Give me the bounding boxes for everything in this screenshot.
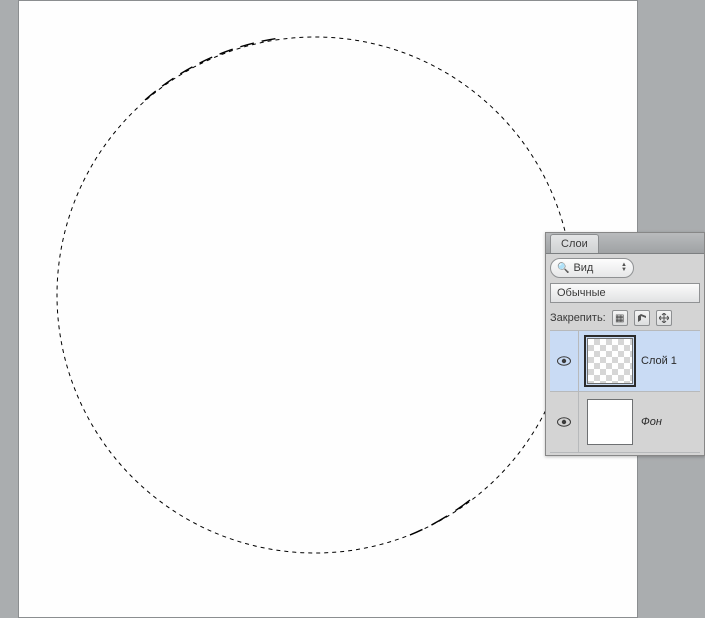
- layers-list: Слой 1 Фон: [550, 331, 700, 453]
- visibility-toggle[interactable]: [550, 392, 579, 452]
- blend-mode-select[interactable]: Обычные: [550, 283, 700, 303]
- search-icon: 🔍: [557, 263, 569, 274]
- layers-panel: Слои 🔍 Вид ▲▼ Обычные Закрепить: ▦: [545, 232, 705, 456]
- layer-filter-label: Вид: [573, 262, 593, 274]
- updown-icon: ▲▼: [621, 263, 627, 273]
- lock-position-icon[interactable]: [656, 310, 672, 326]
- visibility-toggle[interactable]: [550, 331, 579, 391]
- blend-mode-value: Обычные: [557, 287, 606, 299]
- layer-row[interactable]: Фон: [550, 392, 700, 453]
- layer-name: Слой 1: [641, 355, 677, 367]
- layer-name: Фон: [641, 416, 662, 428]
- layer-filter-select[interactable]: 🔍 Вид ▲▼: [550, 258, 634, 278]
- lock-label: Закрепить:: [550, 312, 606, 324]
- eye-icon: [557, 417, 571, 427]
- lock-transparency-icon[interactable]: ▦: [612, 310, 628, 326]
- panel-tab-bar: Слои: [546, 233, 704, 254]
- eye-icon: [557, 356, 571, 366]
- lock-image-icon[interactable]: [634, 310, 650, 326]
- layer-row[interactable]: Слой 1: [550, 331, 700, 392]
- layer-thumbnail[interactable]: [587, 338, 633, 384]
- layer-thumbnail[interactable]: [587, 399, 633, 445]
- tab-layers[interactable]: Слои: [550, 234, 599, 253]
